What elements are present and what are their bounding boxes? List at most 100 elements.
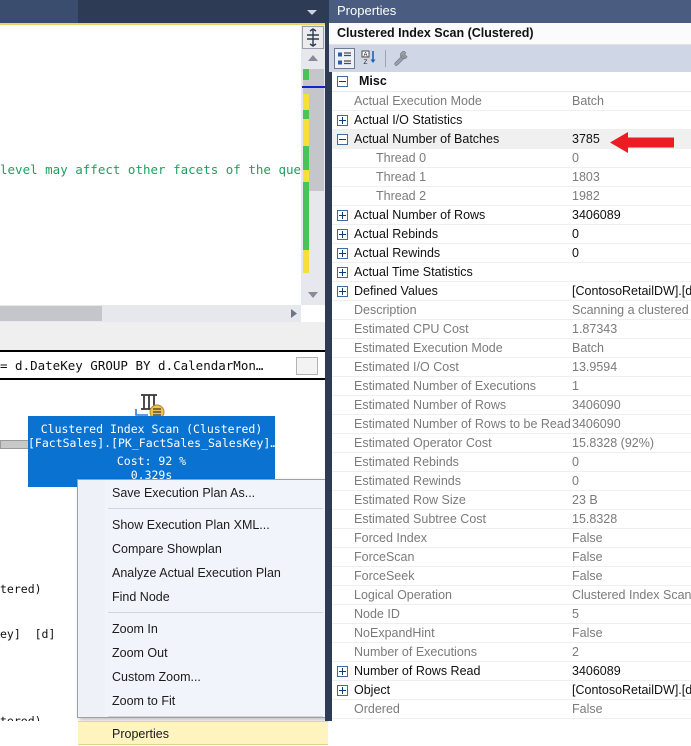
property-row[interactable]: Actual Rewinds0 — [332, 244, 691, 263]
wrench-icon[interactable] — [391, 48, 412, 69]
menu-item-zoom-out[interactable]: Zoom Out — [105, 641, 328, 665]
property-value[interactable]: 0 — [572, 474, 691, 488]
property-row[interactable]: Estimated Execution ModeBatch — [332, 339, 691, 358]
menu-item-zoom-to-fit[interactable]: Zoom to Fit — [105, 689, 328, 713]
property-value[interactable]: Batch — [572, 94, 691, 108]
property-row[interactable]: Actual Number of Rows3406089 — [332, 206, 691, 225]
scroll-right-arrow[interactable] — [286, 306, 301, 321]
property-value[interactable]: 3406090 — [572, 398, 691, 412]
split-editor-button[interactable] — [302, 26, 324, 49]
property-row[interactable]: Number of Executions2 — [332, 643, 691, 662]
collapse-icon[interactable] — [337, 134, 348, 145]
property-row[interactable]: Estimated CPU Cost1.87343 — [332, 320, 691, 339]
expand-icon[interactable] — [337, 286, 348, 297]
property-row[interactable]: Estimated Rebinds0 — [332, 453, 691, 472]
editor-tab[interactable] — [0, 0, 78, 23]
categorized-view-icon[interactable] — [334, 48, 355, 69]
property-value[interactable]: [ContosoRetailDW].[db — [572, 683, 691, 697]
scroll-up-arrow[interactable] — [302, 50, 324, 68]
property-value[interactable]: 2 — [572, 645, 691, 659]
property-value[interactable]: 3406089 — [572, 664, 691, 678]
property-value[interactable]: Scanning a clustered in — [572, 303, 691, 317]
property-row[interactable]: ForceScanFalse — [332, 548, 691, 567]
property-value[interactable]: 5 — [572, 607, 691, 621]
menu-item-zoom-in[interactable]: Zoom In — [105, 617, 328, 641]
editor-hscroll-thumb[interactable] — [0, 306, 102, 321]
menu-item-analyze-actual-execution-plan[interactable]: Analyze Actual Execution Plan — [105, 561, 328, 585]
collapse-icon[interactable] — [337, 76, 348, 87]
expand-icon[interactable] — [337, 248, 348, 259]
property-row[interactable]: Thread 21982 — [332, 187, 691, 206]
property-value[interactable]: 1.87343 — [572, 322, 691, 336]
menu-item-properties[interactable]: Properties — [78, 721, 328, 745]
property-value[interactable]: 0 — [572, 246, 691, 260]
property-value[interactable]: 15.8328 — [572, 512, 691, 526]
property-value[interactable]: False — [572, 626, 691, 640]
menu-item-compare-showplan[interactable]: Compare Showplan — [105, 537, 328, 561]
expand-icon[interactable] — [337, 115, 348, 126]
property-row[interactable]: Estimated I/O Cost13.9594 — [332, 358, 691, 377]
property-name: Thread 1 — [376, 170, 426, 184]
expand-icon[interactable] — [337, 229, 348, 240]
property-row[interactable]: Estimated Row Size23 B — [332, 491, 691, 510]
property-row[interactable]: Estimated Number of Rows3406090 — [332, 396, 691, 415]
svg-text:A: A — [363, 52, 367, 58]
plan-query-text: = d.DateKey GROUP BY d.CalendarMon… — [0, 358, 300, 373]
property-row[interactable]: Actual Execution ModeBatch — [332, 92, 691, 111]
expand-icon[interactable] — [337, 210, 348, 221]
property-row[interactable]: Estimated Operator Cost15.8328 (92%) — [332, 434, 691, 453]
property-value[interactable]: 1982 — [572, 189, 691, 203]
property-value[interactable]: False — [572, 702, 691, 716]
expand-icon[interactable] — [337, 666, 348, 677]
context-menu[interactable]: Save Execution Plan As... Show Execution … — [77, 479, 329, 718]
property-row[interactable]: Thread 1 1803 — [332, 168, 691, 187]
property-value[interactable]: False — [572, 569, 691, 583]
property-value[interactable]: Batch — [572, 341, 691, 355]
editor-body[interactable] — [0, 25, 325, 105]
property-row[interactable]: NoExpandHintFalse — [332, 624, 691, 643]
property-value[interactable]: 1 — [572, 379, 691, 393]
property-value[interactable]: 0 — [572, 455, 691, 469]
property-row[interactable]: Node ID5 — [332, 605, 691, 624]
property-value[interactable]: 0 — [572, 227, 691, 241]
property-value[interactable]: 3406090 — [572, 417, 691, 431]
scroll-down-arrow[interactable] — [302, 285, 324, 303]
property-value[interactable]: 3406089 — [572, 208, 691, 222]
property-row[interactable]: Defined Values[ContosoRetailDW].[db — [332, 282, 691, 301]
property-row[interactable]: Actual Time Statistics — [332, 263, 691, 282]
property-row[interactable]: OrderedFalse — [332, 700, 691, 719]
property-value[interactable]: 13.9594 — [572, 360, 691, 374]
property-row[interactable]: Estimated Number of Rows to be Read34060… — [332, 415, 691, 434]
expand-icon[interactable] — [296, 357, 318, 375]
menu-item-custom-zoom[interactable]: Custom Zoom... — [105, 665, 328, 689]
property-row[interactable]: Number of Rows Read3406089 — [332, 662, 691, 681]
menu-item-show-execution-plan-xml[interactable]: Show Execution Plan XML... — [105, 513, 328, 537]
menu-item-save-execution-plan-as[interactable]: Save Execution Plan As... — [105, 481, 328, 505]
property-row[interactable]: Actual Rebinds0 — [332, 225, 691, 244]
property-value[interactable]: False — [572, 550, 691, 564]
properties-title-bar[interactable]: Properties — [329, 0, 691, 23]
property-row[interactable]: Estimated Subtree Cost15.8328 — [332, 510, 691, 529]
plan-node-clustered-index-scan[interactable]: Clustered Index Scan (Clustered) [FactSa… — [28, 416, 275, 487]
properties-grid[interactable]: Misc Actual Execution ModeBatchActual I/… — [329, 72, 691, 721]
expand-icon[interactable] — [337, 685, 348, 696]
chevron-down-icon[interactable] — [303, 3, 321, 21]
property-row[interactable]: Forced IndexFalse — [332, 529, 691, 548]
property-row[interactable]: Logical OperationClustered Index Scan — [332, 586, 691, 605]
property-group-misc[interactable]: Misc — [332, 72, 691, 92]
property-row[interactable]: ForceSeekFalse — [332, 567, 691, 586]
property-value[interactable]: [ContosoRetailDW].[db — [572, 284, 691, 298]
property-value[interactable]: Clustered Index Scan — [572, 588, 691, 602]
property-row[interactable]: Estimated Number of Executions1 — [332, 377, 691, 396]
property-row[interactable]: Actual I/O Statistics — [332, 111, 691, 130]
property-row[interactable]: DescriptionScanning a clustered in — [332, 301, 691, 320]
menu-item-find-node[interactable]: Find Node — [105, 585, 328, 609]
property-row[interactable]: Object[ContosoRetailDW].[db — [332, 681, 691, 700]
property-value[interactable]: 15.8328 (92%) — [572, 436, 691, 450]
property-row[interactable]: Estimated Rewinds0 — [332, 472, 691, 491]
alphabetical-sort-icon[interactable]: A Z — [359, 48, 380, 69]
property-value[interactable]: 23 B — [572, 493, 691, 507]
property-value[interactable]: False — [572, 531, 691, 545]
expand-icon[interactable] — [337, 267, 348, 278]
property-value[interactable]: 1803 — [572, 170, 691, 184]
